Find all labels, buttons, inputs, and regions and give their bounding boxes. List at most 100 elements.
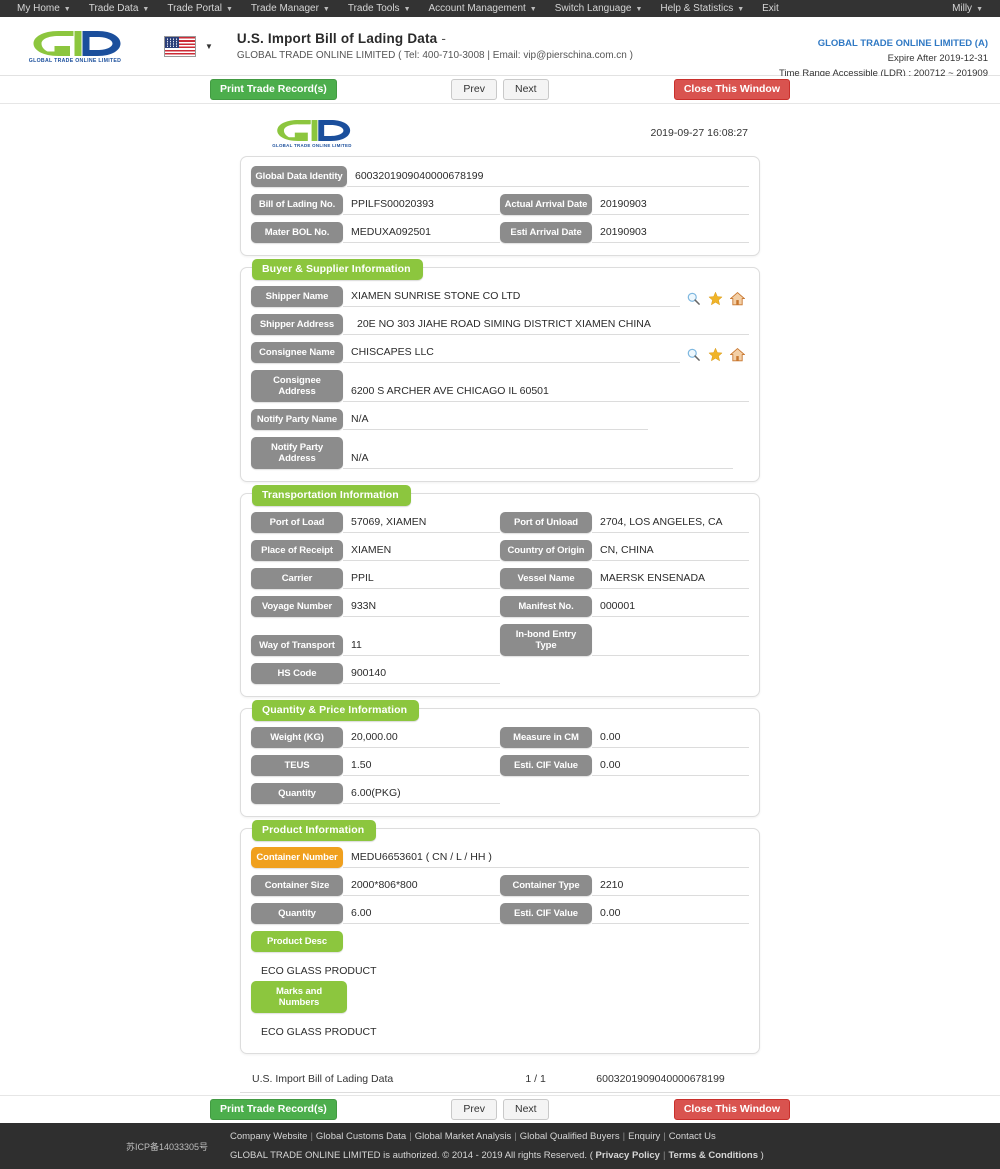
chevron-down-icon: ▼ — [142, 5, 150, 13]
value-weight-kg: 20,000.00 — [343, 730, 500, 748]
next-button[interactable]: Next — [503, 79, 549, 100]
nav-label: Account Management — [428, 2, 526, 14]
nav-item-my-home[interactable]: My Home ▼ — [8, 0, 80, 18]
star-icon[interactable] — [708, 347, 723, 362]
value-bill-of-lading-no: PPILFS00020393 — [343, 197, 500, 215]
field-actual-arrival-date: Actual Arrival Date 20190903 — [500, 194, 749, 215]
home-icon[interactable] — [730, 291, 745, 306]
nav-item-account-management[interactable]: Account Management ▼ — [420, 0, 546, 18]
nav-label: My Home — [17, 2, 60, 14]
nav-item-user-menu[interactable]: Milly ▼ — [943, 0, 992, 18]
row-receipt-origin: Place of Receipt XIAMEN Country of Origi… — [251, 540, 749, 561]
label-global-data-identity: Global Data Identity — [251, 166, 347, 187]
value-teus: 1.50 — [343, 758, 500, 776]
gtc-logo-svg — [33, 31, 121, 56]
row-container-number: Container Number MEDU6653601 ( CN / L / … — [251, 847, 749, 868]
next-button-bottom[interactable]: Next — [503, 1099, 549, 1120]
field-esti-arrival-date: Esti Arrival Date 20190903 — [500, 222, 749, 243]
header-logo[interactable]: GLOBAL TRADE ONLINE LIMITED — [0, 28, 150, 64]
value-master-bol-no: MEDUXA092501 — [343, 225, 500, 243]
print-trade-records-button[interactable]: Print Trade Record(s) — [210, 79, 337, 100]
prev-button-bottom[interactable]: Prev — [451, 1099, 497, 1120]
footer-link-privacy-policy[interactable]: Privacy Policy — [596, 1150, 660, 1161]
nav-item-trade-manager[interactable]: Trade Manager ▼ — [242, 0, 339, 18]
field-product-desc: Product Desc — [251, 931, 343, 952]
page-title-block: U.S. Import Bill of Lading Data - GLOBAL… — [237, 31, 633, 61]
footer-link-company-website[interactable]: Company Website — [230, 1131, 307, 1142]
nav-item-switch-language[interactable]: Switch Language ▼ — [546, 0, 652, 18]
row-notify-party-name: Notify Party Name N/A — [251, 409, 749, 430]
label-consignee-name: Consignee Name — [251, 342, 343, 363]
footer-link-global-customs-data[interactable]: Global Customs Data — [316, 1131, 406, 1142]
chevron-down-icon: ▼ — [976, 5, 983, 13]
nav-item-exit[interactable]: Exit — [753, 0, 788, 17]
label-quantity: Quantity — [251, 783, 343, 804]
shipper-action-icons — [680, 291, 749, 307]
label-carrier: Carrier — [251, 568, 343, 589]
search-icon[interactable] — [686, 347, 701, 362]
search-icon[interactable] — [686, 291, 701, 306]
chevron-down-icon: ▼ — [205, 41, 213, 51]
nav-item-trade-portal[interactable]: Trade Portal ▼ — [158, 0, 242, 18]
row-shipper-name: Shipper Name XIAMEN SUNRISE STONE CO LTD — [251, 286, 749, 307]
chevron-down-icon: ▼ — [737, 5, 745, 13]
icp-license-number: 苏ICP备14033305号 — [125, 1141, 208, 1152]
section-title-quantity-price: Quantity & Price Information — [252, 700, 420, 721]
value-carrier: PPIL — [343, 571, 500, 589]
user-name-label: Milly — [952, 2, 973, 14]
account-expiry: Expire After 2019-12-31 — [887, 53, 988, 64]
section-title-transportation: Transportation Information — [252, 485, 411, 506]
page-footer: 苏ICP备14033305号 Company Website | Global Cu… — [0, 1123, 1000, 1169]
home-icon[interactable] — [730, 347, 745, 362]
action-bar-top: Print Trade Record(s) Prev Next Close Th… — [0, 76, 1000, 104]
star-icon[interactable] — [708, 291, 723, 306]
print-trade-records-button-bottom[interactable]: Print Trade Record(s) — [210, 1099, 337, 1120]
page-title: U.S. Import Bill of Lading Data - — [237, 31, 633, 46]
label-product-quantity: Quantity — [251, 903, 343, 924]
document-logo-subtitle: GLOBAL TRADE ONLINE LIMITED — [272, 143, 352, 148]
label-marks-and-numbers: Marks and Numbers — [251, 981, 347, 1013]
footer-link-enquiry[interactable]: Enquiry — [628, 1131, 660, 1142]
country-selector[interactable]: ▼ — [164, 35, 213, 57]
nav-label: Trade Tools — [347, 2, 400, 14]
section-title-buyer-supplier: Buyer & Supplier Information — [252, 259, 423, 280]
nav-item-trade-data[interactable]: Trade Data ▼ — [80, 0, 159, 18]
row-container-size-type: Container Size 2000*806*800 Container Ty… — [251, 875, 749, 896]
gtc-logo-icon: GLOBAL TRADE ONLINE LIMITED — [22, 28, 128, 64]
close-window-button-bottom[interactable]: Close This Window — [673, 1099, 790, 1120]
label-notify-party-address: Notify Party Address — [251, 437, 343, 469]
label-product-esti-cif-value: Esti. CIF Value — [500, 903, 592, 924]
pagination-controls-top: Prev Next — [0, 79, 1000, 100]
value-shipper-address: 20E NO 303 JIAHE ROAD SIMING DISTRICT XI… — [343, 317, 749, 335]
prev-button[interactable]: Prev — [451, 79, 497, 100]
footer-link-contact-us[interactable]: Contact Us — [669, 1131, 716, 1142]
footer-link-global-qualified-buyers[interactable]: Global Qualified Buyers — [520, 1131, 620, 1142]
row-port: Port of Load 57069, XIAMEN Port of Unloa… — [251, 512, 749, 533]
footer-copyright-row: GLOBAL TRADE ONLINE LIMITED is authorize… — [230, 1146, 764, 1165]
footer-separator: | — [663, 1131, 666, 1142]
field-master-bol-no: Mater BOL No. MEDUXA092501 — [251, 222, 500, 243]
label-weight-kg: Weight (KG) — [251, 727, 343, 748]
chevron-down-icon: ▼ — [225, 5, 233, 13]
field-port-of-unload: Port of Unload 2704, LOS ANGELES, CA — [500, 512, 749, 533]
field-consignee-name: Consignee Name CHISCAPES LLC — [251, 342, 749, 363]
footer-separator: | — [310, 1131, 313, 1142]
footer-columns: Company Website | Global Customs Data | Glob… — [230, 1127, 764, 1165]
nav-item-help-statistics[interactable]: Help & Statistics ▼ — [651, 0, 753, 18]
page-subtitle: GLOBAL TRADE ONLINE LIMITED ( Tel: 400-7… — [236, 50, 633, 61]
value-consignee-name: CHISCAPES LLC — [343, 345, 680, 363]
field-shipper-address: Shipper Address 20E NO 303 JIAHE ROAD SI… — [251, 314, 749, 335]
field-shipper-name: Shipper Name XIAMEN SUNRISE STONE CO LTD — [251, 286, 749, 307]
field-notify-party-address: Notify Party Address N/A — [251, 437, 749, 469]
row-weight-measure: Weight (KG) 20,000.00 Measure in CM 0.00 — [251, 727, 749, 748]
value-voyage-number: 933N — [343, 599, 500, 617]
field-way-of-transport: Way of Transport 11 — [251, 635, 500, 656]
footer-link-global-market-analysis[interactable]: Global Market Analysis — [415, 1131, 512, 1142]
field-voyage-number: Voyage Number 933N — [251, 596, 500, 617]
nav-item-trade-tools[interactable]: Trade Tools ▼ — [339, 0, 420, 18]
footer-link-terms-conditions[interactable]: Terms & Conditions — [668, 1150, 758, 1161]
transportation-panel: Transportation Information Port of Load … — [240, 485, 760, 697]
close-window-button[interactable]: Close This Window — [673, 79, 790, 100]
logo-subtitle: GLOBAL TRADE ONLINE LIMITED — [28, 58, 122, 64]
footer-paren-open: ( — [589, 1150, 593, 1161]
